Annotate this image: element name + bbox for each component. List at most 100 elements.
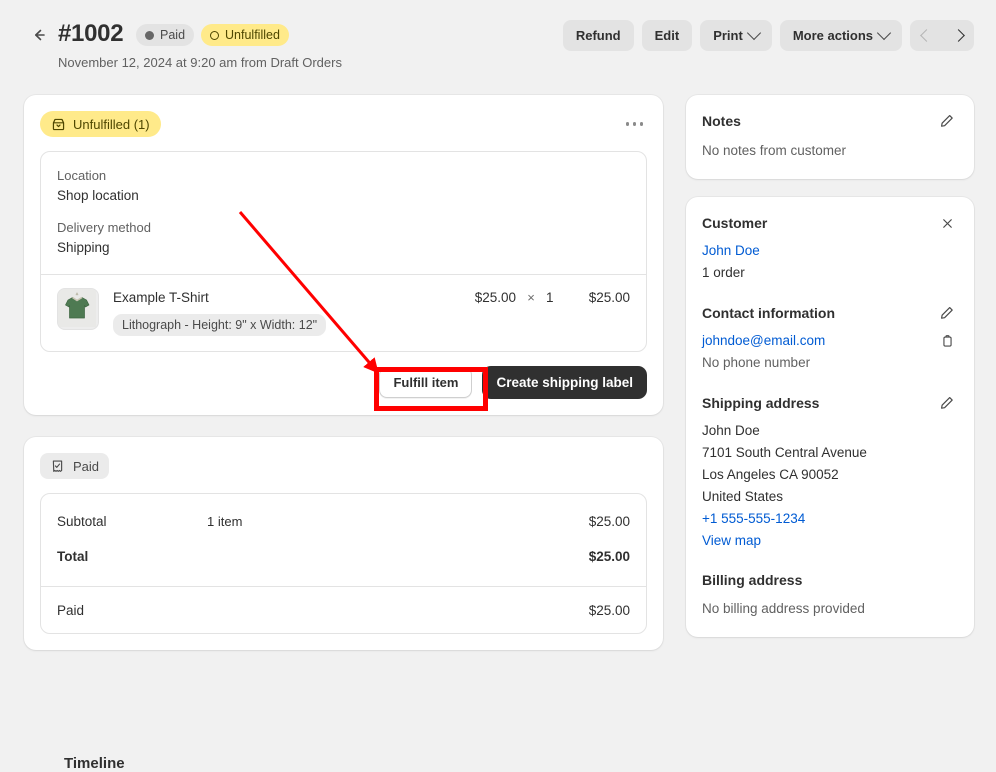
status-badge-paid-label: Paid (160, 28, 186, 42)
refund-button[interactable]: Refund (562, 20, 634, 51)
line-item-multiply-symbol: × (527, 290, 535, 305)
line-item-variant: Lithograph - Height: 9" x Width: 12" (113, 314, 327, 336)
pencil-icon (941, 397, 953, 409)
shipping-address-line: John Doe (702, 423, 760, 438)
billing-address-body: No billing address provided (702, 601, 865, 616)
shipping-address-line: 7101 South Central Avenue (702, 445, 867, 460)
back-button[interactable] (26, 22, 52, 48)
fulfillment-card-header: Unfulfilled (1) (40, 111, 647, 137)
line-item-row: Example T-Shirt Lithograph - Height: 9" … (41, 274, 646, 351)
total-amount: $25.00 (588, 548, 630, 564)
shipping-address-line: Los Angeles CA 90052 (702, 467, 839, 482)
page-header: #1002 Paid Unfulfilled November 12, 2024… (0, 0, 996, 88)
fulfillment-details-box: Location Shop location Delivery method S… (40, 151, 647, 352)
shipping-address-header: Shipping address (702, 392, 958, 414)
notes-card: Notes No notes from customer (686, 95, 974, 179)
more-actions-button[interactable]: More actions (779, 20, 902, 51)
chevron-right-icon (951, 29, 965, 42)
status-badge-unfulfilled-label: Unfulfilled (225, 28, 280, 42)
paid-label: Paid (57, 602, 85, 618)
hollow-circle-icon (210, 30, 220, 40)
contact-information-title: Contact information (702, 305, 835, 321)
status-badge-group: Paid Unfulfilled (136, 24, 289, 46)
view-map-link[interactable]: View map (702, 533, 761, 548)
notes-title: Notes (702, 113, 741, 129)
print-button-label: Print (713, 28, 743, 43)
customer-email-row: johndoe@email.com (702, 330, 958, 352)
paid-amount: $25.00 (588, 602, 630, 618)
fulfillment-menu-button[interactable] (622, 116, 648, 132)
order-totals-box: Subtotal 1 item $25.00 Total $25.00 Paid… (40, 493, 647, 634)
page-title: #1002 (58, 20, 124, 47)
billing-address-title: Billing address (702, 572, 803, 588)
timeline-heading: Timeline (64, 755, 125, 772)
close-customer-button[interactable] (936, 212, 958, 234)
chevron-down-icon (876, 25, 892, 40)
shipping-phone-link[interactable]: +1 555-555-1234 (702, 511, 805, 526)
chevron-left-icon (919, 29, 933, 42)
receipt-check-icon (52, 460, 63, 472)
shipping-address-line: United States (702, 489, 784, 504)
line-item-total: $25.00 (588, 290, 630, 305)
copy-email-button[interactable] (936, 330, 958, 352)
pencil-icon (941, 115, 953, 127)
arrow-left-icon (35, 29, 45, 41)
tshirt-product-image (58, 289, 96, 327)
delivery-method-label: Delivery method (57, 220, 151, 235)
solid-dot-icon (145, 30, 154, 40)
close-icon (942, 218, 952, 228)
edit-shipping-address-button[interactable] (936, 392, 958, 414)
line-item-title[interactable]: Example T-Shirt (113, 289, 452, 307)
delivery-method-value: Shipping (57, 240, 110, 255)
customer-header: Customer (702, 212, 958, 234)
notes-header: Notes (702, 110, 958, 132)
annotation-highlight-fulfill-item (374, 367, 488, 411)
payment-status-badge: Paid (40, 453, 110, 479)
fulfillment-actions: Fulfill item Create shipping label (40, 366, 647, 399)
next-order-button[interactable] (942, 20, 974, 51)
product-thumbnail[interactable] (57, 288, 99, 330)
fulfillment-status-badge: Unfulfilled (1) (40, 111, 161, 137)
customer-phone-status: No phone number (702, 355, 811, 370)
line-item-info: Example T-Shirt Lithograph - Height: 9" … (99, 288, 452, 336)
customer-title: Customer (702, 215, 768, 231)
customer-card: Customer John Doe 1 order Contact inform… (686, 197, 974, 637)
totals-row-total: Total $25.00 (41, 538, 646, 586)
totals-row-paid: Paid $25.00 (41, 587, 646, 633)
payment-status-label: Paid (73, 458, 100, 474)
fulfillment-status-label: Unfulfilled (1) (73, 116, 150, 132)
edit-notes-button[interactable] (936, 110, 958, 132)
subtotal-label: Subtotal (57, 513, 107, 529)
kebab-dot (639, 122, 643, 126)
payment-card: Paid Subtotal 1 item $25.00 Total $25.00… (24, 437, 663, 650)
location-label: Location (57, 168, 107, 183)
order-subtitle: November 12, 2024 at 9:20 am from Draft … (58, 55, 342, 70)
fulfillment-card: Unfulfilled (1) Location Shop location D… (24, 95, 663, 415)
shipping-address-title: Shipping address (702, 395, 820, 411)
order-pagination (910, 20, 974, 51)
kebab-dot (625, 122, 629, 126)
previous-order-button[interactable] (910, 20, 942, 51)
create-shipping-label-button[interactable]: Create shipping label (482, 366, 647, 399)
contact-information-header: Contact information (702, 302, 958, 324)
location-value: Shop location (57, 188, 139, 203)
totals-row-subtotal: Subtotal 1 item $25.00 (41, 494, 646, 538)
pencil-icon (941, 307, 953, 319)
status-badge-paid: Paid (136, 24, 195, 46)
main-column: Unfulfilled (1) Location Shop location D… (24, 95, 663, 772)
order-detail-page: #1002 Paid Unfulfilled November 12, 2024… (0, 0, 996, 772)
status-badge-unfulfilled: Unfulfilled (201, 24, 289, 46)
customer-name-link[interactable]: John Doe (702, 243, 760, 258)
side-column: Notes No notes from customer Customer Jo… (686, 95, 974, 637)
shipping-address-block: John Doe 7101 South Central Avenue Los A… (702, 420, 958, 552)
customer-email-link[interactable]: johndoe@email.com (702, 330, 825, 352)
more-actions-label: More actions (792, 28, 873, 43)
chevron-down-icon (746, 25, 761, 40)
subtotal-detail: 1 item (207, 513, 243, 529)
edit-contact-button[interactable] (936, 302, 958, 324)
edit-button[interactable]: Edit (641, 20, 693, 51)
line-item-quantity: 1 (546, 290, 554, 305)
notes-body: No notes from customer (702, 143, 847, 158)
print-button[interactable]: Print (700, 20, 772, 51)
clipboard-copy-icon (942, 334, 952, 347)
